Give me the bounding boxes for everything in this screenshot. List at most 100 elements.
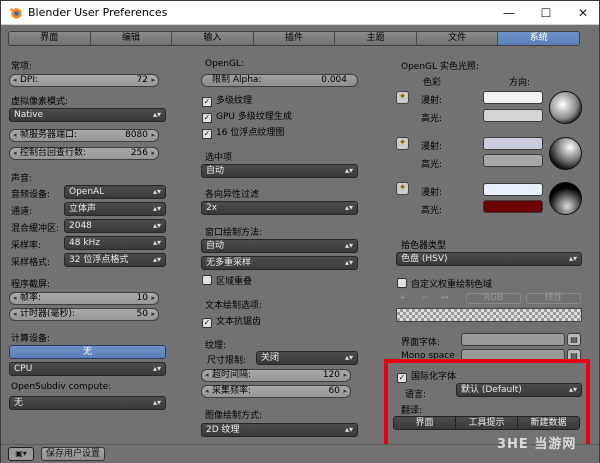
compute-none-button[interactable]: 无 [9, 345, 166, 359]
decrement-icon: ◂ [13, 131, 17, 139]
preferences-tabs: 界面 编辑 输入 插件 主题 文件 系统 [8, 31, 580, 46]
ramp-add-button[interactable]: + [399, 293, 407, 303]
anisotropic-dropdown[interactable]: 2x ▴▾ [201, 201, 358, 215]
ramp-remove-button[interactable]: − [421, 293, 429, 303]
light-2-specular-swatch[interactable] [483, 154, 543, 167]
audio-device-dropdown[interactable]: OpenAL ▴▾ [64, 185, 166, 199]
light-1-specular-swatch[interactable] [483, 109, 543, 122]
light-bulb-icon[interactable]: ✦ [396, 182, 409, 195]
channels-dropdown[interactable]: 立体声 ▴▾ [64, 202, 166, 216]
light-bulb-icon[interactable]: ✦ [396, 91, 409, 104]
tab-editing[interactable]: 编辑 [91, 32, 173, 45]
tab-system[interactable]: 系统 [498, 32, 579, 45]
sample-format-dropdown[interactable]: 32 位浮点格式 ▴▾ [64, 253, 166, 267]
fps-field[interactable]: ◂ 帧率: 10 ▸ [9, 292, 159, 305]
light-1-direction-sphere[interactable] [549, 91, 582, 124]
collection-rate-field[interactable]: ◂ 采集频率: 60 ▸ [201, 385, 351, 398]
image-draw-dropdown[interactable]: 2D 纹理 ▴▾ [201, 423, 358, 437]
float-textures-checkbox[interactable]: ✓ 16 位浮点纹理图 [202, 125, 284, 139]
sample-format-value: 32 位浮点格式 [69, 255, 129, 265]
save-preferences-button[interactable]: 保存用户设置 [41, 447, 105, 461]
tab-interface[interactable]: 界面 [9, 32, 91, 45]
maximize-button[interactable]: ☐ [535, 4, 557, 22]
light-1-diffuse-swatch[interactable] [483, 91, 543, 104]
editor-type-icon[interactable]: ▣▾ [8, 447, 34, 461]
gpu-mipmap-checkbox[interactable]: ✓ GPU 多级纹理生成 [202, 109, 292, 123]
size-limit-label: 尺寸限制: [207, 356, 247, 366]
textures-label: 纹理: [205, 341, 227, 351]
opensubdiv-dropdown[interactable]: 无 ▴▾ [9, 396, 166, 410]
decrement-icon: ◂ [205, 387, 209, 395]
mipmaps-label: 多级纹理 [216, 96, 253, 106]
multisample-dropdown[interactable]: 无多重采样 ▴▾ [201, 256, 358, 270]
ramp-flip-button[interactable]: ↔ [441, 293, 449, 303]
selection-dropdown[interactable]: 自动 ▴▾ [201, 164, 358, 178]
dropdown-arrow-icon: ▴▾ [344, 203, 353, 212]
window-draw-value: 自动 [206, 241, 225, 251]
time-out-field[interactable]: ◂ 超时间隔: 120 ▸ [201, 369, 351, 382]
sample-rate-label: 采样率: [11, 241, 42, 251]
console-scrollback-field[interactable]: ◂ 控制台回查行数: 256 ▸ [9, 147, 159, 160]
watermark: 3HE 当游网 [497, 437, 577, 452]
dropdown-arrow-icon: ▴▾ [152, 238, 161, 247]
tab-addons[interactable]: 插件 [254, 32, 336, 45]
direction-label: 方向: [509, 78, 531, 88]
color-picker-label: 拾色器类型 [401, 241, 447, 251]
dpi-value: 72 [136, 75, 148, 85]
close-button[interactable]: ✕ [572, 4, 594, 22]
region-overlap-label: 区域重叠 [216, 277, 253, 287]
custom-weight-checkbox[interactable]: 自定义权重绘制色域 [397, 277, 492, 290]
wait-timer-field[interactable]: ◂ 计时器(毫秒): 50 ▸ [9, 308, 159, 321]
image-draw-value: 2D 纹理 [206, 425, 240, 435]
virtual-pixel-label: 虚拟像素模式: [11, 97, 69, 107]
tab-themes[interactable]: 主题 [335, 32, 417, 45]
general-label: 常项: [11, 62, 33, 72]
time-out-label: 超时间隔: [212, 370, 252, 380]
multisample-value: 无多重采样 [206, 258, 252, 268]
clip-alpha-field[interactable]: 限制 Alpha: 0.004 [201, 74, 358, 87]
size-limit-dropdown[interactable]: 关闭 ▴▾ [256, 351, 358, 365]
light-bulb-icon[interactable]: ✦ [396, 137, 409, 150]
audio-device-value: OpenAL [69, 187, 105, 197]
increment-icon: ▸ [151, 76, 155, 84]
selection-label: 选中项 [205, 153, 233, 163]
increment-icon: ▸ [151, 294, 155, 302]
decrement-icon: ◂ [13, 294, 17, 302]
light-3-specular-swatch[interactable] [483, 200, 543, 213]
light-3-diffuse-swatch[interactable] [483, 183, 543, 196]
ramp-interpolation[interactable]: 线性 [526, 293, 581, 304]
text-antialias-checkbox[interactable]: ✓ 文本抗锯齿 [202, 314, 261, 328]
weight-color-ramp[interactable] [396, 308, 582, 322]
blender-logo-icon [8, 7, 22, 19]
region-overlap-checkbox[interactable]: 区域重叠 [202, 274, 252, 287]
mipmaps-checkbox[interactable]: ✓ 多级纹理 [202, 93, 252, 107]
collection-rate-value: 60 [328, 386, 340, 396]
folder-icon[interactable]: ▤ [567, 333, 581, 346]
sample-rate-dropdown[interactable]: 48 kHz ▴▾ [64, 236, 166, 250]
float-textures-label: 16 位浮点纹理图 [216, 128, 285, 138]
light-2-direction-sphere[interactable] [549, 137, 582, 170]
specular-label: 高光: [421, 160, 443, 170]
window-draw-dropdown[interactable]: 自动 ▴▾ [201, 239, 358, 253]
dropdown-arrow-icon: ▴▾ [152, 255, 161, 264]
frame-server-field[interactable]: ◂ 帧服务器端口: 8080 ▸ [9, 129, 159, 142]
compute-device-dropdown[interactable]: CPU ▴▾ [9, 362, 166, 376]
dropdown-arrow-icon: ▴▾ [152, 187, 161, 196]
increment-icon: ▸ [151, 310, 155, 318]
tab-input[interactable]: 输入 [172, 32, 254, 45]
checkmark-icon: ✓ [202, 129, 212, 139]
tab-file[interactable]: 文件 [417, 32, 499, 45]
dpi-field[interactable]: ◂ DPI: 72 ▸ [9, 74, 159, 87]
interface-font-label: 界面字体: [401, 338, 441, 348]
virtual-pixel-dropdown[interactable]: Native ▴▾ [9, 108, 166, 122]
minimize-button[interactable]: — [498, 4, 520, 22]
light-3-direction-sphere[interactable] [549, 182, 582, 215]
mixing-buffer-dropdown[interactable]: 2048 ▴▾ [64, 219, 166, 233]
light-2-diffuse-swatch[interactable] [483, 137, 543, 150]
color-picker-value: 色盘 (HSV) [401, 254, 448, 264]
channels-label: 通道: [11, 207, 33, 217]
color-picker-dropdown[interactable]: 色盘 (HSV) ▴▾ [396, 252, 582, 266]
ramp-color-mode[interactable]: RGB [466, 293, 521, 304]
opensubdiv-value: 无 [14, 398, 24, 408]
interface-font-input[interactable] [461, 333, 565, 346]
